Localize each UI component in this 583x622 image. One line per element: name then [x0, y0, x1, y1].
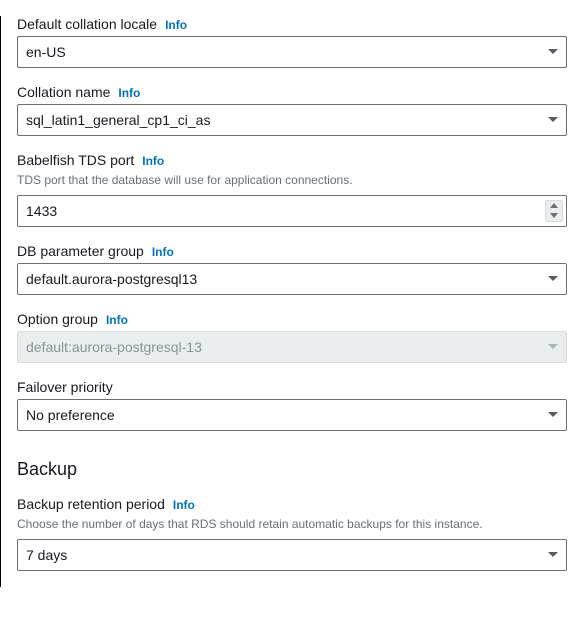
field-collation-locale: Default collation locale Info en-US [17, 16, 567, 68]
field-label: Backup retention period [17, 496, 165, 512]
db-parameter-group-select[interactable]: default.aurora-postgresql13 [17, 263, 567, 295]
field-tds-port: Babelfish TDS port Info TDS port that th… [17, 152, 567, 227]
field-backup-retention: Backup retention period Info Choose the … [17, 496, 567, 571]
info-link[interactable]: Info [106, 313, 128, 327]
field-label: Babelfish TDS port [17, 152, 134, 168]
field-label: DB parameter group [17, 243, 144, 259]
info-link[interactable]: Info [152, 245, 174, 259]
label-row: Option group Info [17, 311, 567, 327]
info-link[interactable]: Info [173, 498, 195, 512]
section-heading-backup: Backup [17, 459, 567, 480]
label-row: DB parameter group Info [17, 243, 567, 259]
select-value: en-US [17, 36, 567, 68]
backup-retention-select[interactable]: 7 days [17, 539, 567, 571]
spinner-up-icon [550, 201, 558, 210]
tds-port-input[interactable] [17, 195, 567, 227]
label-row: Backup retention period Info [17, 496, 567, 512]
field-collation-name: Collation name Info sql_latin1_general_c… [17, 84, 567, 136]
field-label: Default collation locale [17, 16, 157, 32]
option-group-select: default:aurora-postgresql-13 [17, 331, 567, 363]
field-label: Collation name [17, 84, 110, 100]
failover-priority-select[interactable]: No preference [17, 399, 567, 431]
label-row: Babelfish TDS port Info [17, 152, 567, 168]
field-description: Choose the number of days that RDS shoul… [17, 516, 567, 533]
select-value: sql_latin1_general_cp1_ci_as [17, 104, 567, 136]
select-value: default.aurora-postgresql13 [17, 263, 567, 295]
field-option-group: Option group Info default:aurora-postgre… [17, 311, 567, 363]
collation-locale-select[interactable]: en-US [17, 36, 567, 68]
label-row: Failover priority [17, 379, 567, 395]
number-spinner[interactable] [545, 200, 563, 222]
field-label: Option group [17, 311, 98, 327]
field-description: TDS port that the database will use for … [17, 172, 567, 189]
select-value: default:aurora-postgresql-13 [17, 331, 567, 363]
tds-port-input-wrapper [17, 195, 567, 227]
spinner-down-icon [550, 211, 558, 220]
label-row: Default collation locale Info [17, 16, 567, 32]
field-failover-priority: Failover priority No preference [17, 379, 567, 431]
info-link[interactable]: Info [142, 154, 164, 168]
field-db-parameter-group: DB parameter group Info default.aurora-p… [17, 243, 567, 295]
select-value: 7 days [17, 539, 567, 571]
info-link[interactable]: Info [165, 18, 187, 32]
field-label: Failover priority [17, 379, 113, 395]
label-row: Collation name Info [17, 84, 567, 100]
collation-name-select[interactable]: sql_latin1_general_cp1_ci_as [17, 104, 567, 136]
info-link[interactable]: Info [118, 86, 140, 100]
select-value: No preference [17, 399, 567, 431]
